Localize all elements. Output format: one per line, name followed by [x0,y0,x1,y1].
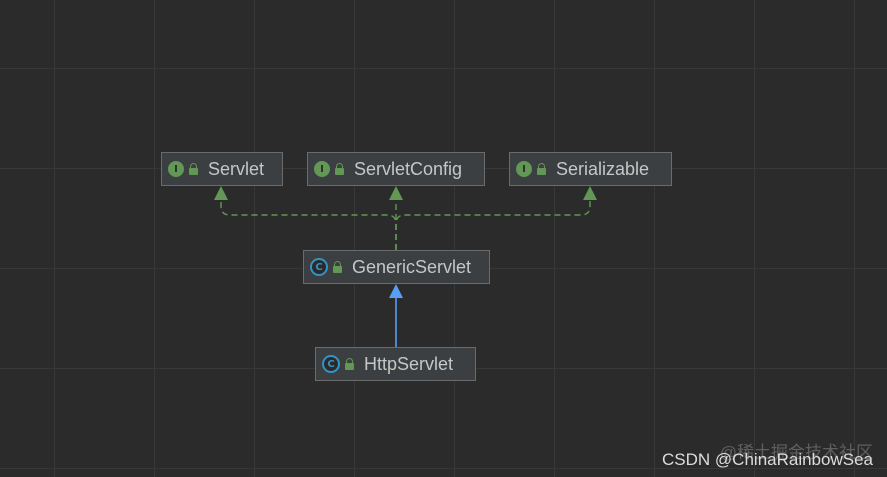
node-genericservlet[interactable]: C GenericServlet [303,250,490,284]
watermark-csdn: CSDN @ChinaRainbowSea [662,450,873,469]
node-label: ServletConfig [354,158,463,179]
lock-icon [333,260,342,273]
class-icon: C [310,258,328,276]
arrowhead-serializable [583,186,597,200]
arrowhead-genericservlet [389,284,403,298]
node-servletconfig[interactable]: I ServletConfig [307,152,485,186]
node-label: HttpServlet [364,353,454,374]
node-label: GenericServlet [352,256,472,277]
arrowhead-servlet [214,186,228,200]
lock-icon [537,162,546,175]
implements-edge-servlet [220,198,397,250]
arrowhead-servletconfig [389,186,403,200]
node-httpservlet[interactable]: C HttpServlet [315,347,476,381]
interface-icon: I [168,161,184,177]
implements-edge-serializable [395,198,591,250]
node-servlet[interactable]: I Servlet [161,152,283,186]
node-label: Serializable [556,158,650,179]
edge-layer [214,186,597,347]
node-label: Servlet [208,158,265,179]
lock-icon [189,162,198,175]
lock-icon [345,357,354,370]
node-serializable[interactable]: I Serializable [509,152,672,186]
interface-icon: I [516,161,532,177]
lock-icon [335,162,344,175]
class-icon: C [322,355,340,373]
interface-icon: I [314,161,330,177]
